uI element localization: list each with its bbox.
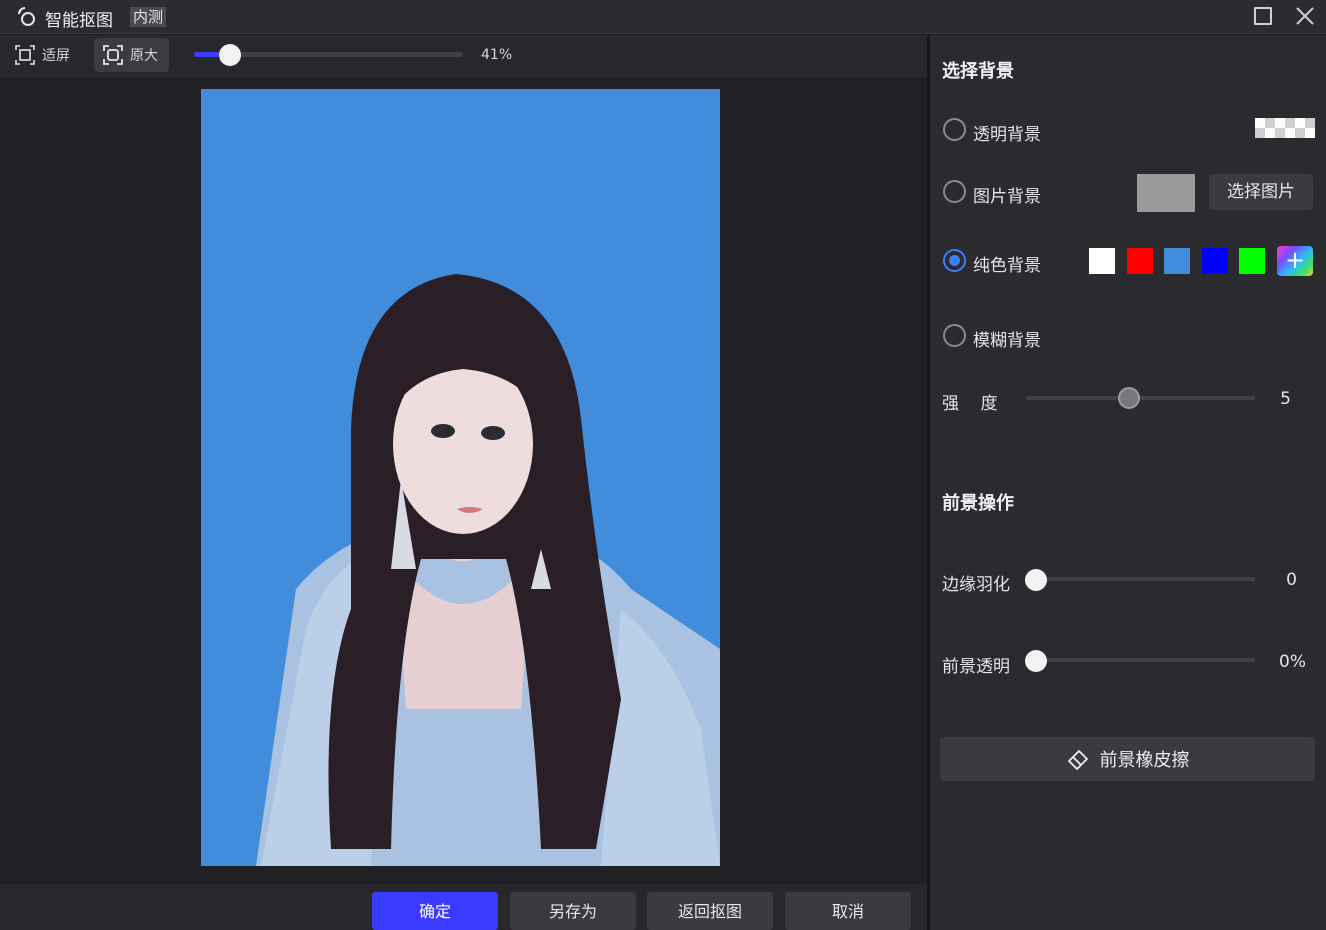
- maximize-icon[interactable]: [1254, 7, 1272, 25]
- image-background-radio[interactable]: [943, 180, 966, 203]
- original-size-button[interactable]: 原大: [94, 38, 169, 72]
- beta-badge: 内测: [130, 7, 167, 27]
- add-color-button[interactable]: +: [1277, 246, 1313, 276]
- portrait-illustration: [256, 274, 720, 866]
- color-swatch-white[interactable]: [1089, 248, 1115, 274]
- edge-feather-slider[interactable]: [1026, 577, 1255, 581]
- save-as-button[interactable]: 另存为: [510, 892, 636, 930]
- image-background-label[interactable]: 图片背景: [973, 182, 1041, 207]
- transparent-background-radio[interactable]: [943, 118, 966, 141]
- cutout-preview-image[interactable]: [201, 89, 720, 866]
- edge-feather-handle[interactable]: [1025, 569, 1047, 591]
- blur-strength-value: 5: [1280, 389, 1291, 409]
- title-bar: 智能抠图 内测: [0, 0, 1326, 34]
- color-swatch-green[interactable]: [1239, 248, 1265, 274]
- foreground-eraser-label: 前景橡皮擦: [1099, 750, 1190, 771]
- blur-strength-slider[interactable]: [1026, 396, 1255, 400]
- fit-screen-button[interactable]: 适屏: [6, 38, 78, 72]
- app-logo-icon: [18, 7, 35, 26]
- back-to-cutout-button[interactable]: 返回抠图: [647, 892, 773, 930]
- app-title: 智能抠图: [45, 11, 113, 31]
- foreground-transparency-handle[interactable]: [1025, 650, 1047, 672]
- foreground-section-title: 前景操作: [942, 493, 1014, 514]
- zoom-value: 41%: [481, 47, 513, 63]
- edge-feather-value: 0: [1286, 570, 1297, 590]
- foreground-transparency-label: 前景透明: [942, 657, 1010, 677]
- solid-background-label[interactable]: 纯色背景: [973, 251, 1041, 276]
- zoom-slider-handle[interactable]: [219, 44, 241, 66]
- edge-feather-label: 边缘羽化: [942, 575, 1010, 595]
- original-size-label: 原大: [130, 48, 158, 64]
- foreground-transparency-slider[interactable]: [1026, 658, 1255, 662]
- transparent-preview: [1255, 118, 1315, 138]
- color-swatch-blue[interactable]: [1202, 248, 1228, 274]
- cancel-button[interactable]: 取消: [785, 892, 911, 930]
- blur-strength-handle[interactable]: [1118, 387, 1140, 409]
- foreground-transparency-value: 0%: [1279, 652, 1306, 672]
- background-section-title: 选择背景: [942, 61, 1014, 82]
- view-toolbar: 适屏 原大: [0, 35, 927, 77]
- confirm-button[interactable]: 确定: [372, 892, 498, 930]
- color-swatch-sky-blue[interactable]: [1164, 248, 1190, 274]
- solid-background-radio[interactable]: [943, 249, 966, 272]
- transparent-background-label[interactable]: 透明背景: [973, 120, 1041, 145]
- eraser-icon: [1067, 750, 1088, 770]
- blur-background-label[interactable]: 模糊背景: [973, 326, 1041, 351]
- original-size-icon: [103, 45, 123, 65]
- close-icon[interactable]: [1294, 5, 1316, 27]
- settings-panel: [930, 35, 1326, 930]
- fit-screen-icon: [15, 45, 35, 65]
- blur-strength-label: 强 度: [942, 394, 998, 414]
- color-swatch-red[interactable]: [1127, 248, 1153, 274]
- fit-screen-label: 适屏: [42, 48, 70, 64]
- image-background-preview: [1137, 174, 1195, 212]
- blur-background-radio[interactable]: [943, 324, 966, 347]
- choose-image-button[interactable]: 选择图片: [1209, 174, 1313, 210]
- foreground-eraser-button[interactable]: 前景橡皮擦: [940, 737, 1315, 781]
